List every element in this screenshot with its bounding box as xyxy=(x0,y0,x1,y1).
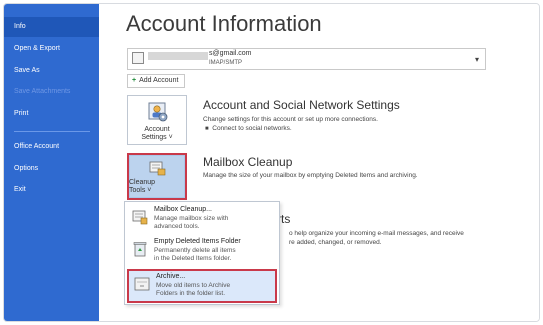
empty-deleted-desc-1: Permanently delete all items xyxy=(154,247,236,254)
cleanup-tools-icon xyxy=(149,161,166,176)
archive-desc-2: Folders in the folder list. xyxy=(156,290,226,297)
menu-item-archive[interactable]: Archive... Move old items to Archive Fold… xyxy=(127,269,277,303)
window: Info Open & Export Save As Save Attachme… xyxy=(0,0,543,325)
mailbox-cleanup-icon xyxy=(132,210,148,225)
empty-deleted-desc-2: in the Deleted Items folder. xyxy=(154,255,232,262)
empty-deleted-item-desc: Permanently delete all items in the Delet… xyxy=(154,247,274,263)
account-settings-label-2: Settings ˅ xyxy=(141,134,173,141)
sidebar-item-save-attachments[interactable]: Save Attachments xyxy=(4,82,99,102)
account-type: IMAP/SMTP xyxy=(209,60,243,66)
cleanup-tools-label-2: Tools ˅ xyxy=(129,187,152,194)
chevron-down-icon: ▾ xyxy=(474,55,479,64)
sidebar-item-office-account[interactable]: Office Account xyxy=(4,137,99,157)
sidebar-divider xyxy=(14,131,90,132)
account-email: s@gmail.com xyxy=(209,50,252,57)
redacted-email-mask xyxy=(148,52,208,60)
mailbox-cleanup-item-desc: Manage mailbox size with advanced tools. xyxy=(154,215,274,231)
archive-icon xyxy=(134,277,150,291)
account-icon xyxy=(132,52,144,64)
main-content: Account Information s@gmail.com IMAP/SMT… xyxy=(99,4,539,321)
plus-icon: + xyxy=(132,77,137,84)
account-settings-button[interactable]: Account Settings ˅ xyxy=(127,95,187,145)
bullet-icon: ■ xyxy=(205,126,209,132)
cleanup-tools-menu: Mailbox Cleanup... Manage mailbox size w… xyxy=(124,201,280,305)
sidebar-item-options[interactable]: Options xyxy=(4,159,99,179)
sidebar-item-info[interactable]: Info xyxy=(4,17,99,37)
account-selector[interactable]: s@gmail.com IMAP/SMTP ▾ xyxy=(127,48,486,70)
sidebar-item-exit[interactable]: Exit xyxy=(4,180,99,200)
add-account-button[interactable]: + Add Account xyxy=(127,74,186,88)
page-title: Account Information xyxy=(126,11,322,36)
empty-deleted-item-title: Empty Deleted Items Folder xyxy=(154,238,241,245)
mailbox-cleanup-desc-2: advanced tools. xyxy=(154,223,200,230)
account-settings-desc: Change settings for this account or set … xyxy=(203,116,378,123)
menu-item-empty-deleted[interactable]: Empty Deleted Items Folder Permanently d… xyxy=(127,236,277,266)
rules-desc-line2: re added, changed, or removed. xyxy=(289,239,382,246)
account-settings-icon xyxy=(148,102,168,122)
sidebar-item-print[interactable]: Print xyxy=(4,104,99,124)
recycle-bin-icon xyxy=(133,242,147,257)
sidebar-item-open-export[interactable]: Open & Export xyxy=(4,39,99,59)
backstage-view: Info Open & Export Save As Save Attachme… xyxy=(3,3,540,322)
cleanup-tools-button[interactable]: Cleanup Tools ˅ xyxy=(127,153,187,200)
menu-item-mailbox-cleanup[interactable]: Mailbox Cleanup... Manage mailbox size w… xyxy=(127,204,277,234)
archive-item-title: Archive... xyxy=(156,273,186,280)
social-network-bullet: ■ Connect to social networks. xyxy=(205,125,292,132)
mailbox-cleanup-desc: Manage the size of your mailbox by empty… xyxy=(203,172,418,179)
archive-item-desc: Move old items to Archive Folders in the … xyxy=(156,282,276,298)
account-settings-title: Account and Social Network Settings xyxy=(203,98,400,112)
sidebar-item-save-as[interactable]: Save As xyxy=(4,61,99,81)
add-account-label: Add Account xyxy=(139,77,179,84)
social-network-text: Connect to social networks. xyxy=(212,125,292,132)
backstage-sidebar: Info Open & Export Save As Save Attachme… xyxy=(4,4,99,321)
rules-desc-line1: o help organize your incoming e-mail mes… xyxy=(289,230,464,237)
mailbox-cleanup-desc-1: Manage mailbox size with xyxy=(154,215,229,222)
mailbox-cleanup-title: Mailbox Cleanup xyxy=(203,155,293,169)
account-settings-label-1: Account xyxy=(144,126,170,133)
archive-desc-1: Move old items to Archive xyxy=(156,282,231,289)
cleanup-tools-label-1: Cleanup xyxy=(129,179,156,186)
mailbox-cleanup-item-title: Mailbox Cleanup... xyxy=(154,206,212,213)
